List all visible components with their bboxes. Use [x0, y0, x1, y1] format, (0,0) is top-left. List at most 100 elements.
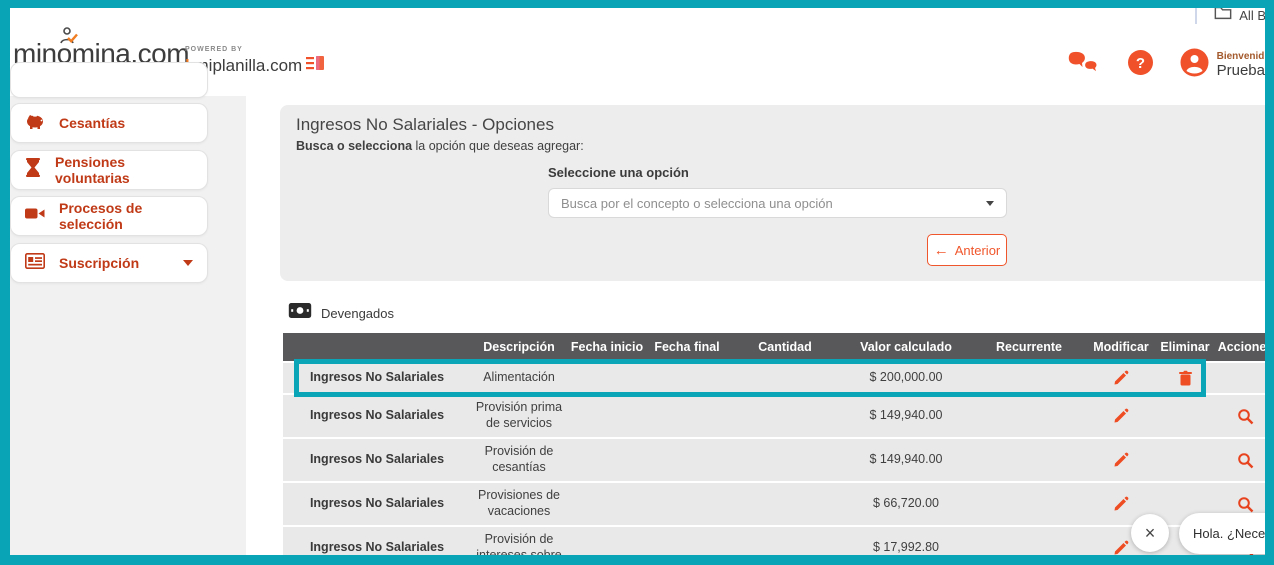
search-icon[interactable]	[1217, 439, 1274, 481]
row-eliminar	[1153, 395, 1217, 437]
chat-message: Hola. ¿Necesitas	[1193, 526, 1274, 541]
sidebar-collapse-icon[interactable]	[306, 55, 326, 73]
row-descripcion: Alimentación	[483, 370, 555, 385]
row-recurrente	[969, 395, 1089, 437]
column-header-acciones: Acciones	[1217, 340, 1274, 354]
devengados-section-header: Devengados	[288, 302, 394, 324]
folder-icon[interactable]	[1214, 5, 1232, 25]
option-select[interactable]: Busca por el concepto o selecciona una o…	[548, 188, 1007, 218]
table-row: Ingresos No Salariales Provisión de inte…	[283, 527, 1274, 565]
user-name: Prueba	[1216, 62, 1265, 80]
avatar	[1180, 48, 1209, 82]
close-icon: ×	[1144, 522, 1156, 543]
column-header-recurrente: Recurrente	[996, 340, 1062, 354]
edit-icon[interactable]	[1089, 363, 1153, 393]
row-tipo: Ingresos No Salariales	[309, 496, 445, 511]
select-placeholder: Busca por el concepto o selecciona una o…	[561, 195, 833, 211]
sidebar-item-cesantias[interactable]: Cesantías	[10, 103, 208, 143]
row-fecha-inicio	[567, 439, 647, 481]
column-header-modificar: Modificar	[1093, 340, 1149, 354]
video-camera-icon	[25, 206, 45, 226]
header-actions: ? Bienvenid Prueba	[1067, 48, 1265, 82]
row-valor: $ 66,720.00	[872, 496, 940, 511]
chat-bubbles-icon[interactable]	[1067, 49, 1101, 82]
row-descripcion: Provisiones de vacaciones	[478, 488, 560, 518]
powered-by-label: POWERED BY	[185, 46, 243, 53]
sidebar-item-label: Pensiones voluntarias	[55, 154, 130, 186]
table-row: Ingresos No Salariales Provisiones de va…	[283, 483, 1274, 525]
arrow-left-icon: ←	[933, 241, 949, 259]
sidebar-item-label: Cesantías	[59, 115, 126, 131]
row-fecha-inicio	[567, 363, 647, 393]
row-fecha-final	[647, 527, 727, 565]
divider	[1195, 6, 1198, 24]
row-recurrente	[969, 439, 1089, 481]
row-cantidad	[727, 527, 843, 565]
table-header-row: Descripción Fecha inicio Fecha final Can…	[283, 333, 1274, 361]
column-header-valor-calculado: Valor calculado	[860, 340, 952, 354]
devengados-table: Descripción Fecha inicio Fecha final Can…	[283, 333, 1274, 565]
column-header-fecha-inicio: Fecha inicio	[570, 340, 644, 354]
row-fecha-final	[647, 395, 727, 437]
sidebar-item-label: Suscripción	[59, 255, 140, 271]
select-label: Seleccione una opción	[548, 165, 689, 180]
row-descripcion: Provisión de intereses sobre	[476, 532, 562, 562]
bookmarks-label[interactable]: All B	[1239, 8, 1266, 23]
piggy-bank-icon	[25, 112, 45, 135]
row-tipo: Ingresos No Salariales	[309, 370, 445, 385]
table-row: Ingresos No Salariales Provisión de cesa…	[283, 439, 1274, 481]
sidebar-item-suscripcion[interactable]: Suscripción	[10, 243, 208, 283]
row-acciones	[1217, 363, 1274, 393]
column-header	[283, 333, 471, 361]
user-menu[interactable]: Bienvenid Prueba	[1180, 48, 1265, 82]
row-valor: $ 200,000.00	[869, 370, 943, 385]
row-tipo: Ingresos No Salariales	[309, 408, 445, 423]
row-recurrente	[969, 363, 1089, 393]
panel-subtitle: Busca o selecciona la opción que deseas …	[296, 139, 584, 153]
row-recurrente	[969, 527, 1089, 565]
sidebar-item-procesos-de-seleccion[interactable]: Procesos de selección	[10, 196, 208, 236]
brand-name: miplanilla.com	[194, 56, 303, 75]
sidebar-item-partial	[10, 62, 208, 98]
logo-person-icon	[57, 26, 79, 51]
subtitle-rest: la opción que deseas agregar:	[412, 139, 584, 153]
sidebar-item-pensiones-voluntarias[interactable]: Pensiones voluntarias	[10, 150, 208, 190]
row-fecha-inicio	[567, 527, 647, 565]
column-header-fecha-final: Fecha final	[654, 340, 720, 354]
row-fecha-final	[647, 363, 727, 393]
hourglass-icon	[25, 158, 41, 182]
edit-icon[interactable]	[1089, 439, 1153, 481]
row-eliminar	[1153, 439, 1217, 481]
table-row: Ingresos No Salariales Provisión prima d…	[283, 395, 1274, 437]
row-valor: $ 149,940.00	[869, 408, 943, 423]
page-title: Ingresos No Salariales - Opciones	[296, 115, 554, 134]
anterior-button[interactable]: ← Anterior	[927, 234, 1007, 266]
column-header-eliminar: Eliminar	[1160, 340, 1210, 354]
row-recurrente	[969, 483, 1089, 525]
help-icon[interactable]: ?	[1127, 49, 1154, 81]
svg-text:?: ?	[1136, 55, 1145, 72]
search-icon[interactable]	[1217, 395, 1274, 437]
app-window: All B minomina.com Especialistas en Gest…	[0, 0, 1274, 565]
row-cantidad	[727, 483, 843, 525]
browser-bookmark-bar: All B	[1195, 4, 1266, 26]
id-card-icon	[25, 252, 45, 274]
column-header-descripcion: Descripción	[483, 340, 555, 354]
row-tipo: Ingresos No Salariales	[309, 452, 445, 467]
row-fecha-inicio	[567, 395, 647, 437]
banknote-icon	[288, 302, 312, 324]
column-header-cantidad: Cantidad	[758, 340, 812, 354]
anterior-button-label: Anterior	[954, 242, 1001, 258]
subtitle-bold: Busca o selecciona	[296, 139, 413, 153]
row-fecha-inicio	[567, 483, 647, 525]
row-tipo: Ingresos No Salariales	[309, 540, 445, 555]
chat-close-button[interactable]: ×	[1131, 514, 1169, 552]
chat-bubble[interactable]: Hola. ¿Necesitas	[1179, 513, 1274, 554]
options-panel: Ingresos No Salariales - Opciones Busca …	[280, 105, 1274, 281]
delete-icon[interactable]	[1153, 363, 1217, 393]
welcome-label: Bienvenid	[1216, 50, 1265, 62]
row-descripcion: Provisión prima de servicios	[475, 400, 563, 430]
row-cantidad	[727, 395, 843, 437]
edit-icon[interactable]	[1089, 395, 1153, 437]
row-descripcion: Provisión de cesantías	[484, 444, 554, 474]
